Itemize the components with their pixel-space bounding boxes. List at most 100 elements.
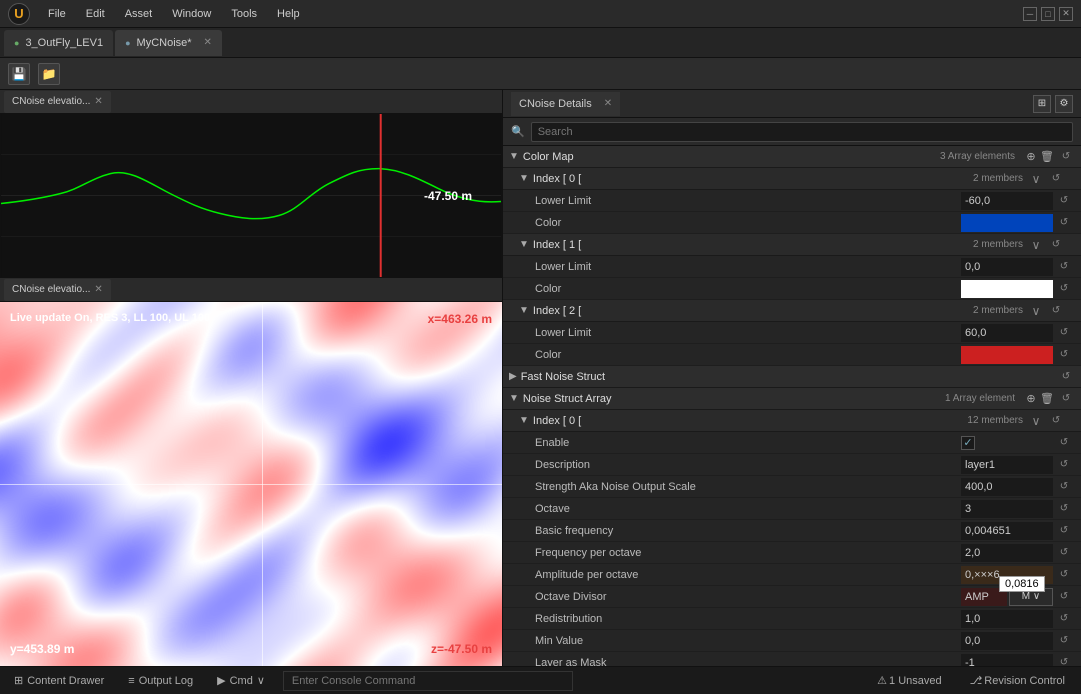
octave-reset[interactable]: ↺ xyxy=(1055,500,1073,518)
index2-color-label: Color xyxy=(535,349,961,361)
freq-per-octave-input[interactable] xyxy=(961,544,1053,562)
color-map-reset[interactable]: ↺ xyxy=(1057,148,1075,166)
tab-level[interactable]: ● 3_OutFly_LEV1 xyxy=(4,30,113,56)
index0-label: Index [ 0 [ xyxy=(533,173,973,185)
index1-expand[interactable]: ∨ xyxy=(1027,236,1045,254)
enable-row: Enable ✓ ↺ xyxy=(503,432,1081,454)
min-value-reset[interactable]: ↺ xyxy=(1055,632,1073,650)
index2-color-row: Color ↺ xyxy=(503,344,1081,366)
map-label-x: x=463.26 m xyxy=(428,312,492,326)
freq-per-octave-reset[interactable]: ↺ xyxy=(1055,544,1073,562)
map-tab-close[interactable]: ✕ xyxy=(94,284,102,295)
details-grid-view[interactable]: ⊞ xyxy=(1033,95,1051,113)
index2-lower-limit-reset[interactable]: ↺ xyxy=(1055,324,1073,342)
strength-input[interactable] xyxy=(961,478,1053,496)
details-tab[interactable]: CNoise Details ✕ xyxy=(511,92,620,116)
index0-lower-limit-reset[interactable]: ↺ xyxy=(1055,192,1073,210)
min-value-input[interactable] xyxy=(961,632,1053,650)
tab-cnoise[interactable]: ● MyCNoise* ✕ xyxy=(115,30,222,56)
description-input[interactable] xyxy=(961,456,1053,474)
octave-divisor-reset[interactable]: ↺ xyxy=(1055,588,1073,606)
color-map-remove[interactable]: 🗑 xyxy=(1039,149,1055,165)
index0-color-reset[interactable]: ↺ xyxy=(1055,214,1073,232)
fast-noise-reset[interactable]: ↺ xyxy=(1057,368,1075,386)
redistribution-row: Redistribution ↺ xyxy=(503,608,1081,630)
details-content[interactable]: ▼ Color Map 3 Array elements ⊕ 🗑 ↺ ▼ Ind… xyxy=(503,146,1081,666)
window-minimize[interactable]: ─ xyxy=(1023,7,1037,21)
index2-expand[interactable]: ∨ xyxy=(1027,302,1045,320)
content-drawer-button[interactable]: ⊞ Content Drawer xyxy=(8,669,110,693)
menu-asset[interactable]: Asset xyxy=(117,6,161,22)
index0-reset[interactable]: ↺ xyxy=(1047,170,1065,188)
search-bar: 🔍 xyxy=(503,118,1081,146)
enable-checkbox[interactable]: ✓ xyxy=(961,436,975,450)
index0-lower-limit-input[interactable] xyxy=(961,192,1053,210)
index0-expand[interactable]: ∨ xyxy=(1027,170,1045,188)
search-input[interactable] xyxy=(531,122,1073,142)
color-map-header[interactable]: ▼ Color Map 3 Array elements ⊕ 🗑 ↺ xyxy=(503,146,1081,168)
index2-lower-limit-input[interactable] xyxy=(961,324,1053,342)
noise-index0-reset[interactable]: ↺ xyxy=(1047,412,1065,430)
description-reset[interactable]: ↺ xyxy=(1055,456,1073,474)
index1-lower-limit-reset[interactable]: ↺ xyxy=(1055,258,1073,276)
graph-tab[interactable]: CNoise elevatio... ✕ xyxy=(4,91,111,113)
save-button[interactable]: 💾 xyxy=(8,63,30,85)
noise-index0-header[interactable]: ▼ Index [ 0 [ 12 members ∨ ↺ xyxy=(503,410,1081,432)
noise-index0-members: 12 members xyxy=(967,415,1023,426)
details-tab-bar: CNoise Details ✕ ⊞ ⚙ xyxy=(503,90,1081,118)
basic-freq-reset[interactable]: ↺ xyxy=(1055,522,1073,540)
menu-tools[interactable]: Tools xyxy=(223,6,265,22)
color-map-add[interactable]: ⊕ xyxy=(1023,149,1039,165)
output-log-button[interactable]: ≡ Output Log xyxy=(122,669,199,693)
graph-panel: CNoise elevatio... ✕ -47.50 m xyxy=(0,90,502,278)
unsaved-button[interactable]: ⚠ 1 Unsaved xyxy=(869,669,949,693)
fast-noise-header[interactable]: ▶ Fast Noise Struct ↺ xyxy=(503,366,1081,388)
amp-per-octave-label: Amplitude per octave xyxy=(535,569,961,581)
folder-button[interactable]: 📁 xyxy=(38,63,60,85)
color-map-index0-header[interactable]: ▼ Index [ 0 [ 2 members ∨ ↺ xyxy=(503,168,1081,190)
map-tab[interactable]: CNoise elevatio... ✕ xyxy=(4,279,111,301)
index0-color-label: Color xyxy=(535,217,961,229)
basic-freq-input[interactable] xyxy=(961,522,1053,540)
tab-cnoise-close[interactable]: ✕ xyxy=(204,37,212,48)
revision-control-button[interactable]: ⎇ Revision Control xyxy=(962,669,1073,693)
cmd-button[interactable]: ▶ Cmd ∨ xyxy=(211,669,271,693)
console-input[interactable] xyxy=(283,671,573,691)
color-map-index1-header[interactable]: ▼ Index [ 1 [ 2 members ∨ ↺ xyxy=(503,234,1081,256)
menu-help[interactable]: Help xyxy=(269,6,308,22)
strength-reset[interactable]: ↺ xyxy=(1055,478,1073,496)
index2-reset[interactable]: ↺ xyxy=(1047,302,1065,320)
enable-reset[interactable]: ↺ xyxy=(1055,434,1073,452)
window-close[interactable]: ✕ xyxy=(1059,7,1073,21)
noise-array-remove[interactable]: 🗑 xyxy=(1039,391,1055,407)
menu-edit[interactable]: Edit xyxy=(78,6,113,22)
index2-color-swatch[interactable] xyxy=(961,346,1053,364)
details-settings[interactable]: ⚙ xyxy=(1055,95,1073,113)
index1-color-swatch[interactable] xyxy=(961,280,1053,298)
menu-file[interactable]: File xyxy=(40,6,74,22)
window-maximize[interactable]: □ xyxy=(1041,7,1055,21)
revision-control-label: Revision Control xyxy=(984,675,1065,687)
amp-per-octave-reset[interactable]: ↺ xyxy=(1055,566,1073,584)
octave-input[interactable] xyxy=(961,500,1053,518)
redistribution-reset[interactable]: ↺ xyxy=(1055,610,1073,628)
index1-color-reset[interactable]: ↺ xyxy=(1055,280,1073,298)
index1-lower-limit-input[interactable] xyxy=(961,258,1053,276)
layer-mask-reset[interactable]: ↺ xyxy=(1055,654,1073,667)
index0-color-swatch[interactable] xyxy=(961,214,1053,232)
noise-array-reset[interactable]: ↺ xyxy=(1057,390,1075,408)
details-tab-close[interactable]: ✕ xyxy=(604,98,612,109)
layer-mask-input[interactable] xyxy=(961,654,1053,667)
index2-color-reset[interactable]: ↺ xyxy=(1055,346,1073,364)
map-canvas[interactable]: Live update On, RES 3, LL 100, UL 100 x=… xyxy=(0,302,502,666)
details-tab-label: CNoise Details xyxy=(519,98,592,110)
map-panel: CNoise elevatio... ✕ Live update On, RES… xyxy=(0,278,502,666)
noise-index0-expand[interactable]: ∨ xyxy=(1027,412,1045,430)
redistribution-input[interactable] xyxy=(961,610,1053,628)
noise-array-add[interactable]: ⊕ xyxy=(1023,391,1039,407)
menu-window[interactable]: Window xyxy=(164,6,219,22)
index1-reset[interactable]: ↺ xyxy=(1047,236,1065,254)
color-map-index2-header[interactable]: ▼ Index [ 2 [ 2 members ∨ ↺ xyxy=(503,300,1081,322)
graph-tab-close[interactable]: ✕ xyxy=(94,96,102,107)
noise-array-header[interactable]: ▼ Noise Struct Array 1 Array element ⊕ 🗑… xyxy=(503,388,1081,410)
